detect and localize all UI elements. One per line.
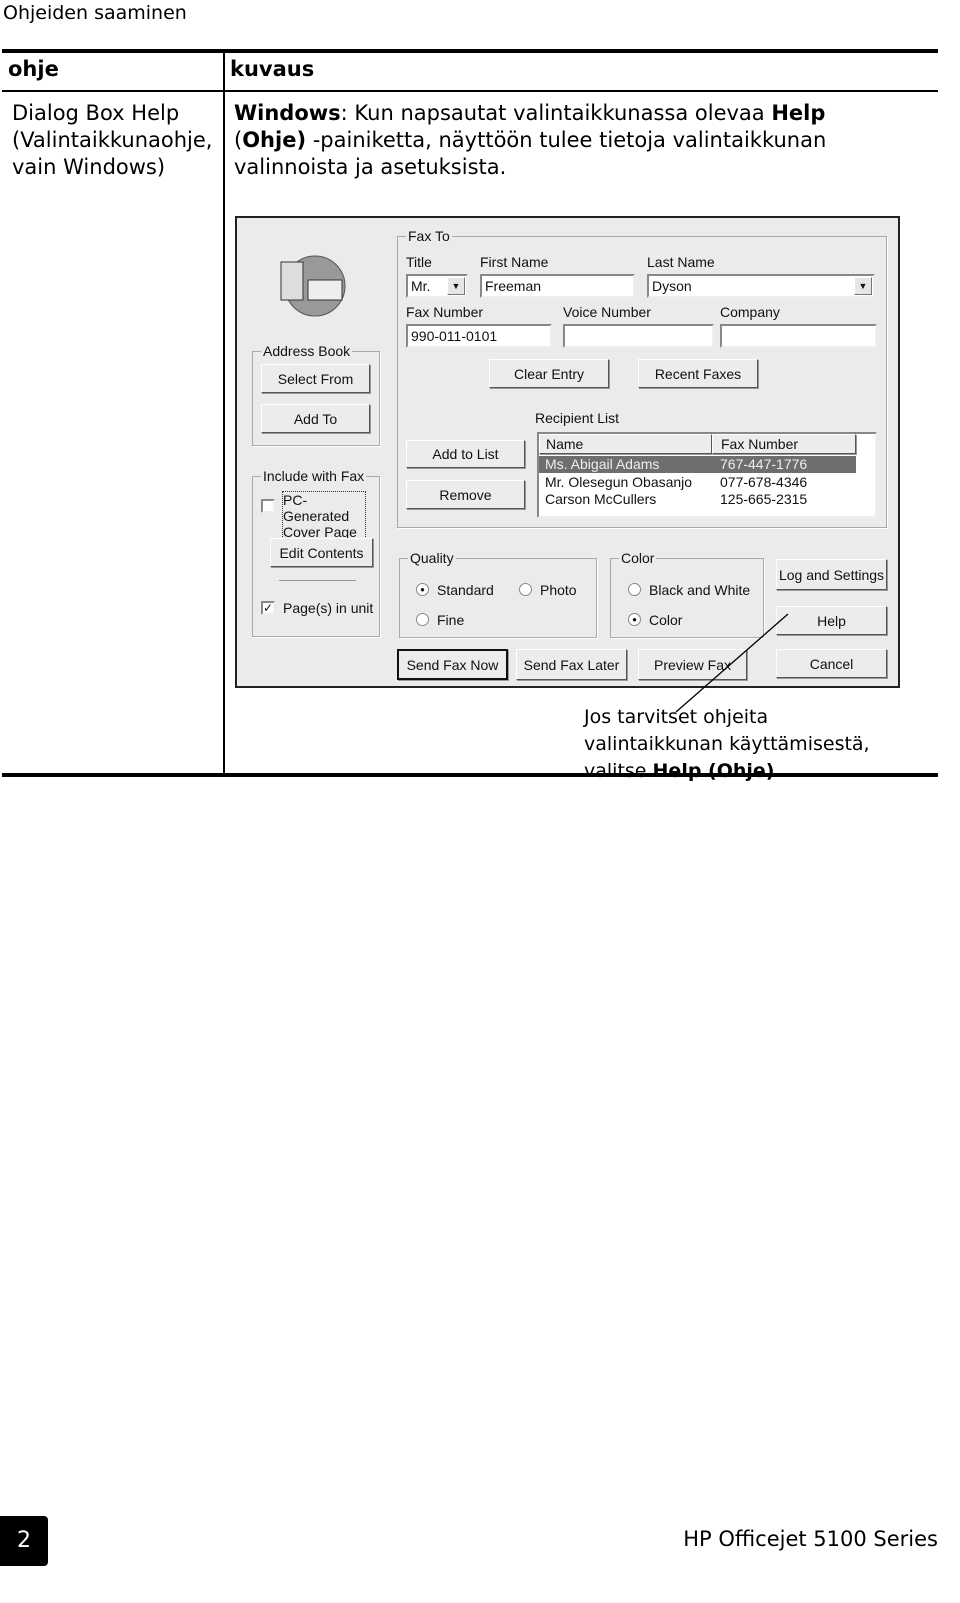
callout-end: . [774, 760, 781, 782]
callout-line [675, 613, 789, 713]
table-bottom-rule [2, 773, 938, 777]
product-name: HP Officejet 5100 Series [683, 1527, 938, 1551]
page-number: 2 [0, 1516, 48, 1566]
callout-bold: Help (Ohje) [652, 760, 775, 782]
